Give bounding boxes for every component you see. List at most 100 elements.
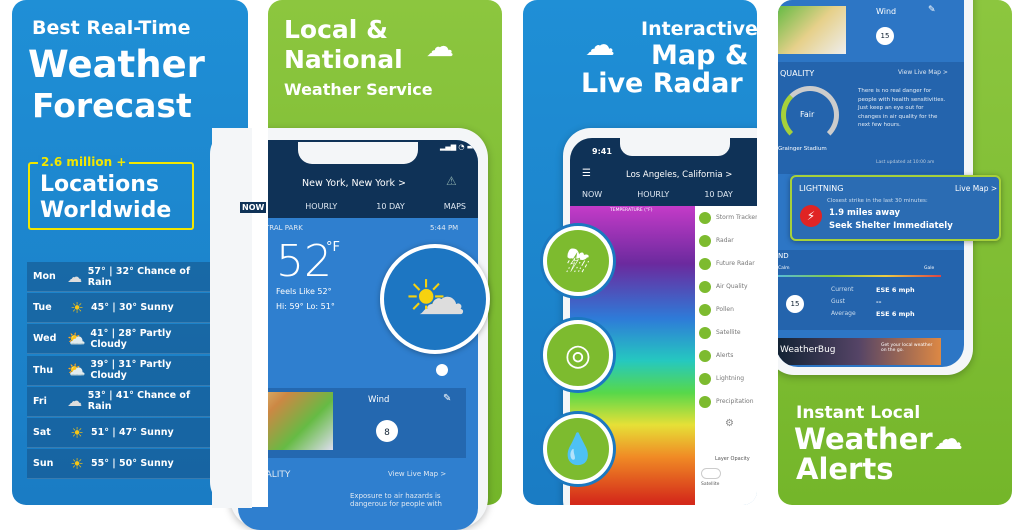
lightning-advice: Seek Shelter Immediately — [829, 221, 953, 231]
forecast-text: 41° | 28° Partly Cloudy — [90, 327, 172, 350]
layer-icon — [699, 326, 711, 339]
locations-badge: 2.6 million + Locations Worldwide — [28, 155, 194, 230]
layer-menu-item[interactable]: Satellite — [695, 321, 757, 344]
layer-menu-item[interactable]: Precipitation — [695, 390, 757, 413]
phone-edge — [212, 128, 252, 508]
storm-cloud-icon: ☁ — [933, 422, 963, 457]
wind-label: Wind — [876, 7, 897, 16]
partly-cloudy-icon: ☁ — [426, 30, 454, 63]
air-quality-label: QUALITY — [780, 69, 815, 78]
wind-label: Wind — [368, 395, 390, 405]
layer-icon — [699, 234, 711, 247]
layer-menu-item[interactable]: Storm Tracker — [695, 206, 757, 229]
tab-10-day[interactable]: 10 DAY — [704, 190, 732, 199]
headline-line3: Alerts — [796, 452, 894, 486]
edit-icon[interactable]: ✎ — [443, 393, 451, 404]
last-updated: Last updated at 10:00 am — [876, 160, 935, 165]
tab-now[interactable]: NOW — [582, 190, 602, 199]
badge-count: 2.6 million + — [38, 155, 130, 169]
location-selector[interactable]: New York, New York > — [302, 178, 406, 189]
layer-menu-item[interactable]: Pollen — [695, 298, 757, 321]
layer-menu-item[interactable]: Alerts — [695, 344, 757, 367]
forecast-row[interactable]: Sat ☀ 51° | 47° Sunny — [27, 418, 210, 448]
layer-label: Air Quality — [716, 283, 748, 290]
forecast-row[interactable]: Tue ☀ 45° | 30° Sunny — [27, 293, 210, 324]
forecast-row[interactable]: Fri ☁ 53° | 41° Chance of Rain — [27, 386, 210, 417]
alert-icon[interactable]: ⚠ — [446, 174, 457, 188]
headline-line2: Weather — [28, 43, 205, 86]
layer-label: Storm Tracker — [716, 214, 757, 221]
wind-compass: 8 — [376, 420, 398, 442]
layer-menu: Storm Tracker Radar Future Radar Air Qualit… — [695, 206, 757, 505]
forecast-row[interactable]: Thu ⛅ 39° | 31° Partly Cloudy — [27, 355, 210, 386]
layer-icon — [699, 303, 711, 316]
settings-icon[interactable]: ⚙ — [725, 418, 734, 429]
forecast-row[interactable]: Wed ⛅ 41° | 28° Partly Cloudy — [27, 324, 210, 355]
weatherbug-ad[interactable]: WeatherBug Get your local weather on the… — [778, 338, 941, 365]
tab-now[interactable]: NOW — [240, 202, 267, 213]
layer-menu-item[interactable]: Air Quality — [695, 275, 757, 298]
gale-label: Gale — [924, 266, 935, 271]
cloud-signal-icon: ☁ — [585, 28, 615, 63]
current-temp: 52 — [276, 236, 332, 287]
forecast-day: Thu — [33, 364, 54, 376]
layer-menu-item[interactable]: Future Radar — [695, 252, 757, 275]
lightning-distance: 1.9 miles away — [829, 208, 901, 218]
wind-card — [778, 250, 964, 330]
air-quality-text: Exposure to air hazards is dangerous for… — [350, 492, 442, 508]
list-icon[interactable] — [436, 364, 448, 376]
layer-menu-item[interactable]: Lightning — [695, 367, 757, 390]
layer-icon — [699, 257, 711, 270]
layer-menu-item[interactable]: Radar — [695, 229, 757, 252]
air-quality-text: There is no real danger for people with … — [858, 88, 946, 128]
menu-icon[interactable]: ☰ — [582, 168, 591, 179]
wind-stat-value: -- — [876, 298, 882, 306]
badge-line1: Locations — [40, 172, 159, 197]
forecast-text: 55° | 50° Sunny — [91, 458, 174, 470]
forecast-text: 39° | 31° Partly Cloudy — [90, 359, 172, 382]
calm-label: Calm — [778, 266, 790, 271]
temp-unit: °F — [326, 240, 340, 255]
lightning-live-map-link[interactable]: Live Map > — [955, 184, 997, 193]
layer-icon — [699, 280, 711, 293]
view-live-map-link[interactable]: View Live Map > — [898, 69, 948, 76]
wind-stat-value: ESE 6 mph — [876, 286, 915, 294]
layer-opacity-label: Layer Opacity — [715, 456, 750, 462]
view-live-map-link[interactable]: View Live Map > — [388, 470, 446, 478]
forecast-text: 57° | 32° Chance of Rain — [87, 265, 191, 288]
lightning-label: LIGHTNING — [799, 184, 844, 193]
feels-like: Feels Like 52° — [276, 287, 332, 296]
status-icons: ▂▄▆ ◔ ▬ — [440, 143, 474, 151]
radar-thumbnail[interactable] — [778, 6, 846, 54]
air-quality-value: Fair — [800, 110, 815, 119]
tab-hourly[interactable]: HOURLY — [305, 202, 337, 213]
air-quality-location: Grainger Stadium — [778, 146, 827, 152]
wind-stat-value: ESE 6 mph — [876, 310, 915, 318]
status-time: 9:41 — [592, 147, 612, 156]
lightning-bolt-icon: ⚡ — [800, 205, 822, 227]
wind-stat-label: Current — [831, 286, 854, 293]
panel-alerts: Wind 15 ✎ QUALITY View Live Map > Fair T… — [778, 0, 1012, 505]
location-selector[interactable]: Los Angeles, California > — [626, 170, 732, 180]
layer-label: Future Radar — [716, 260, 755, 267]
sun-icon: ☀ — [70, 454, 84, 473]
badge-line2: Worldwide — [40, 198, 172, 223]
sun-icon: ☀ — [70, 298, 84, 317]
layer-icon — [699, 395, 711, 408]
satellite-toggle[interactable] — [701, 468, 721, 479]
wind-compass: 15 — [876, 27, 894, 45]
tab-hourly[interactable]: HOURLY — [637, 190, 669, 199]
edit-icon[interactable]: ✎ — [928, 5, 936, 15]
forecast-row[interactable]: Sun ☀ 55° | 50° Sunny — [27, 449, 210, 480]
tab-maps[interactable]: MAPS — [444, 202, 466, 213]
wind-stat-label: Gust — [831, 298, 845, 305]
forecast-row[interactable]: Mon ☁ 57° | 32° Chance of Rain — [27, 262, 210, 292]
lightning-alert-card[interactable]: LIGHTNING Live Map > Closest strike in t… — [790, 175, 1001, 241]
forecast-day: Fri — [33, 395, 47, 407]
forecast-day: Tue — [33, 302, 52, 314]
forecast-day: Sun — [33, 458, 54, 470]
precipitation-icon: 💧 — [543, 414, 613, 484]
tab-10-day[interactable]: 10 DAY — [376, 202, 404, 213]
headline-line1: Instant Local — [796, 403, 921, 423]
wind-card-label: ND — [778, 252, 789, 260]
